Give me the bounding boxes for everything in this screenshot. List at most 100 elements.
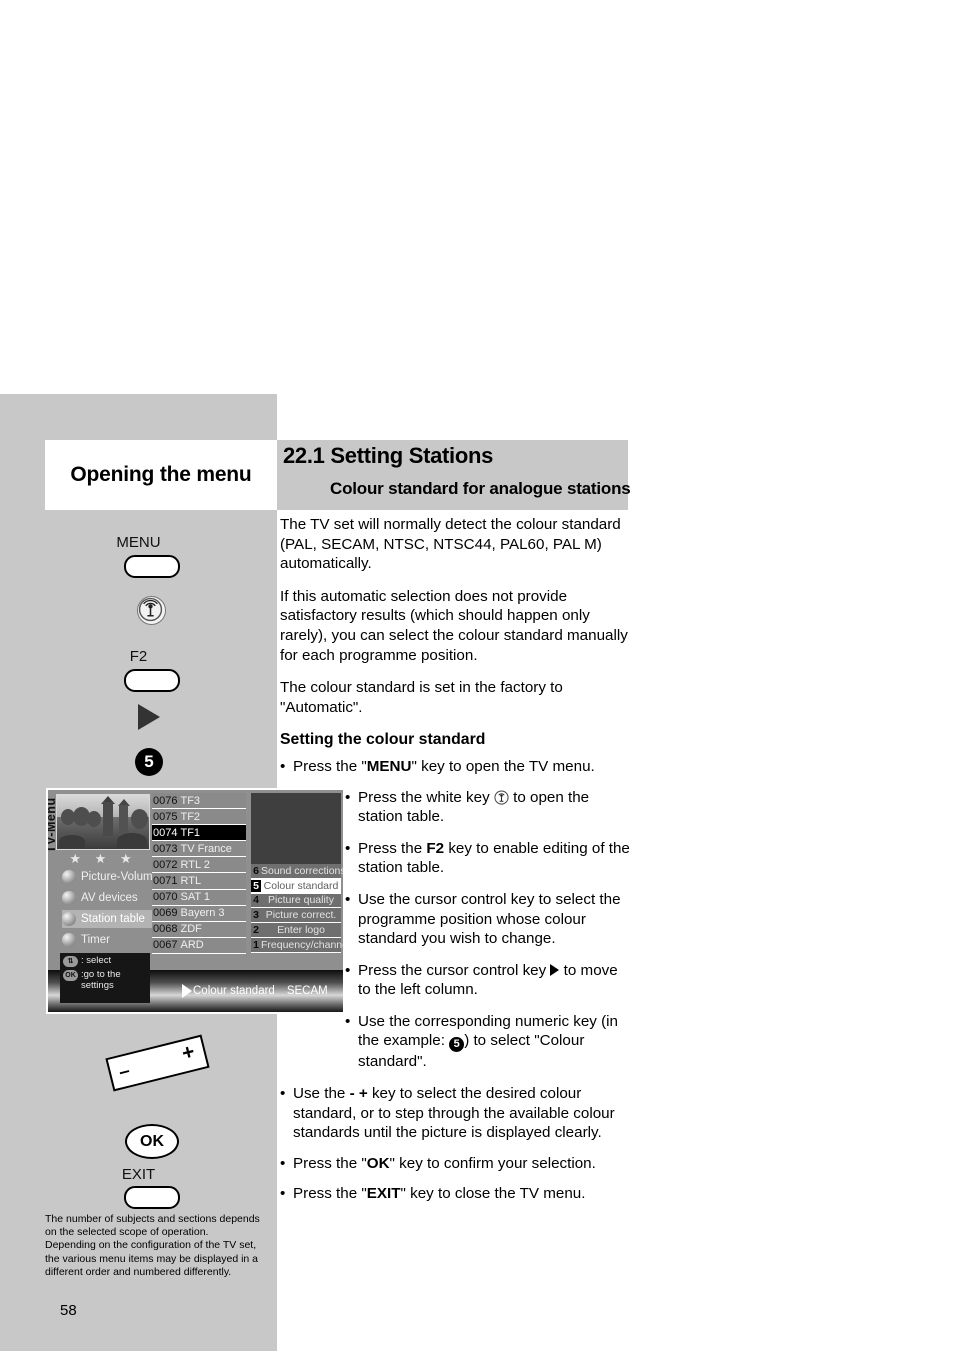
station-row[interactable]: 0071 RTL xyxy=(152,873,246,890)
bullet-cursor-right: Press the cursor control key to move to … xyxy=(345,961,630,1000)
station-name: Bayern 3 xyxy=(180,907,225,920)
tv-hint-box: ⇅ : select OK :go to the settings xyxy=(60,953,150,1003)
hint-row-select: ⇅ : select xyxy=(63,955,150,967)
station-row[interactable]: 0073 TV France xyxy=(152,841,246,858)
menu-item-label: Picture-Volume xyxy=(81,871,159,883)
bullet-f2-key: Press the F2 key to enable editing of th… xyxy=(345,839,630,878)
section-subtitle: Colour standard for analogue stations xyxy=(330,479,631,498)
preview-bush-1 xyxy=(59,835,85,848)
station-number: 0069 xyxy=(153,907,178,920)
bullet-white-key: Press the white key to open the station … xyxy=(345,788,630,827)
preview-tree-4 xyxy=(131,809,148,829)
station-number: 0070 xyxy=(153,891,178,904)
subsection-heading: Setting the colour standard xyxy=(280,731,486,749)
option-number: 6 xyxy=(253,864,259,877)
menu-bullet-icon xyxy=(62,912,76,926)
tv-menu-item-station-table[interactable]: Station table xyxy=(62,910,162,928)
station-row[interactable]: 0076 TF3 xyxy=(152,793,246,810)
menu-bullet-icon xyxy=(62,891,76,905)
exit-key-label: EXIT xyxy=(121,1166,156,1183)
station-row[interactable]: 0069 Bayern 3 xyxy=(152,905,246,922)
ok-key-button[interactable]: OK xyxy=(125,1124,179,1159)
cursor-right-inline-icon xyxy=(550,963,560,976)
paragraph-2: If this automatic selection does not pro… xyxy=(280,587,628,664)
bullet-ok-confirm: Press the "OK" key to confirm your selec… xyxy=(280,1154,630,1174)
status-label: Colour standard xyxy=(193,985,275,997)
station-table[interactable]: 0076 TF3 0075 TF2 0074 TF1 0073 TV Franc… xyxy=(152,793,246,954)
station-number: 0072 xyxy=(153,858,178,871)
status-arrow-icon xyxy=(182,984,192,998)
tv-menu-item-timer[interactable]: Timer xyxy=(62,931,162,949)
station-number: 0074 xyxy=(153,827,178,840)
chapter-title-box: Opening the menu xyxy=(45,440,277,510)
bullet-list-primary: Press the "MENU" key to open the TV menu… xyxy=(280,757,630,777)
tv-menu-vertical-label: TV-Menu xyxy=(46,797,58,853)
hint-text: :go to the settings xyxy=(81,969,121,991)
station-row[interactable]: 0070 SAT 1 xyxy=(152,889,246,906)
chapter-title: Opening the menu xyxy=(70,463,252,486)
manual-page: Opening the menu 22.1 Setting Stations C… xyxy=(0,0,954,1351)
station-row[interactable]: 0067 ARD xyxy=(152,937,246,954)
paragraph-1: The TV set will normally detect the colo… xyxy=(280,516,621,573)
station-name: TF2 xyxy=(180,810,201,823)
station-row[interactable]: 0072 RTL 2 xyxy=(152,857,246,874)
antenna-icon xyxy=(494,789,509,805)
antenna-key-icon[interactable] xyxy=(137,596,166,625)
station-name: ZDF xyxy=(180,923,202,936)
cursor-right-icon xyxy=(138,704,160,730)
bullet-plus-minus: Use the - + key to select the desired co… xyxy=(280,1084,630,1143)
section-number-title: 22.1 Setting Stations xyxy=(283,443,494,468)
option-number: 3 xyxy=(253,909,259,922)
bullet-numeric-key: Use the corresponding numeric key (in th… xyxy=(345,1012,630,1072)
option-number: 5 xyxy=(251,879,261,892)
option-number: 1 xyxy=(253,938,259,951)
preview-bush-2 xyxy=(117,833,147,848)
plus-label: + xyxy=(179,1040,198,1066)
bullet-list-indented: Press the white key to open the station … xyxy=(345,788,630,1073)
station-number: 0075 xyxy=(153,810,178,823)
hint-row-ok: OK :go to the settings xyxy=(63,969,150,991)
minus-plus-inline-icon: - + xyxy=(349,1085,368,1103)
minus-label: – xyxy=(116,1060,133,1084)
station-number: 0071 xyxy=(153,875,178,888)
option-number: 2 xyxy=(253,924,259,937)
menu-key-label: MENU xyxy=(116,534,161,551)
station-row[interactable]: 0068 ZDF xyxy=(152,921,246,938)
menu-bullet-icon xyxy=(62,933,76,947)
paragraph-3: The colour standard is set in the factor… xyxy=(280,679,563,716)
station-name: ARD xyxy=(180,939,204,952)
station-number: 0076 xyxy=(153,794,178,807)
station-name: RTL 2 xyxy=(180,858,210,871)
tv-menu-item-picture-volume[interactable]: Picture-Volume xyxy=(62,868,162,886)
menu-item-label: Station table xyxy=(81,913,145,925)
menu-item-label: AV devices xyxy=(81,892,138,904)
exit-key-button[interactable] xyxy=(124,1186,180,1209)
station-row-selected[interactable]: 0074 TF1 xyxy=(152,825,246,842)
station-name: TV France xyxy=(180,842,232,855)
station-number: 0067 xyxy=(153,939,178,952)
hint-text: : select xyxy=(81,955,112,966)
f2-key-button[interactable] xyxy=(124,669,180,692)
bullet-cursor-select: Use the cursor control key to select the… xyxy=(345,890,630,949)
f2-key-label: F2 xyxy=(129,648,148,665)
numeric-key-5[interactable]: 5 xyxy=(135,748,163,776)
station-name: TF1 xyxy=(180,827,201,840)
updown-arrows-icon: ⇅ xyxy=(63,956,78,967)
bullet-exit-close: Press the "EXIT" key to close the TV men… xyxy=(280,1184,630,1204)
preview-tower-1 xyxy=(103,802,113,836)
rating-stars: ★ ★ ★ xyxy=(69,851,137,866)
bullet-list-final: Use the - + key to select the desired co… xyxy=(280,1084,630,1204)
menu-key-button[interactable] xyxy=(124,555,180,578)
numeric-key-inline-5: 5 xyxy=(449,1037,465,1053)
menu-bullet-icon xyxy=(62,870,76,884)
station-number: 0068 xyxy=(153,923,178,936)
page-number: 58 xyxy=(60,1302,77,1319)
bullet-press-menu: Press the "MENU" key to open the TV menu… xyxy=(280,757,630,777)
station-name: SAT 1 xyxy=(180,891,211,904)
tv-menu-item-av-devices[interactable]: AV devices xyxy=(62,889,162,907)
station-name: RTL xyxy=(180,875,202,888)
option-number: 4 xyxy=(253,894,259,907)
station-row[interactable]: 0075 TF2 xyxy=(152,809,246,826)
station-name: TF3 xyxy=(180,794,201,807)
body-content: The TV set will normally detect the colo… xyxy=(280,515,630,1215)
